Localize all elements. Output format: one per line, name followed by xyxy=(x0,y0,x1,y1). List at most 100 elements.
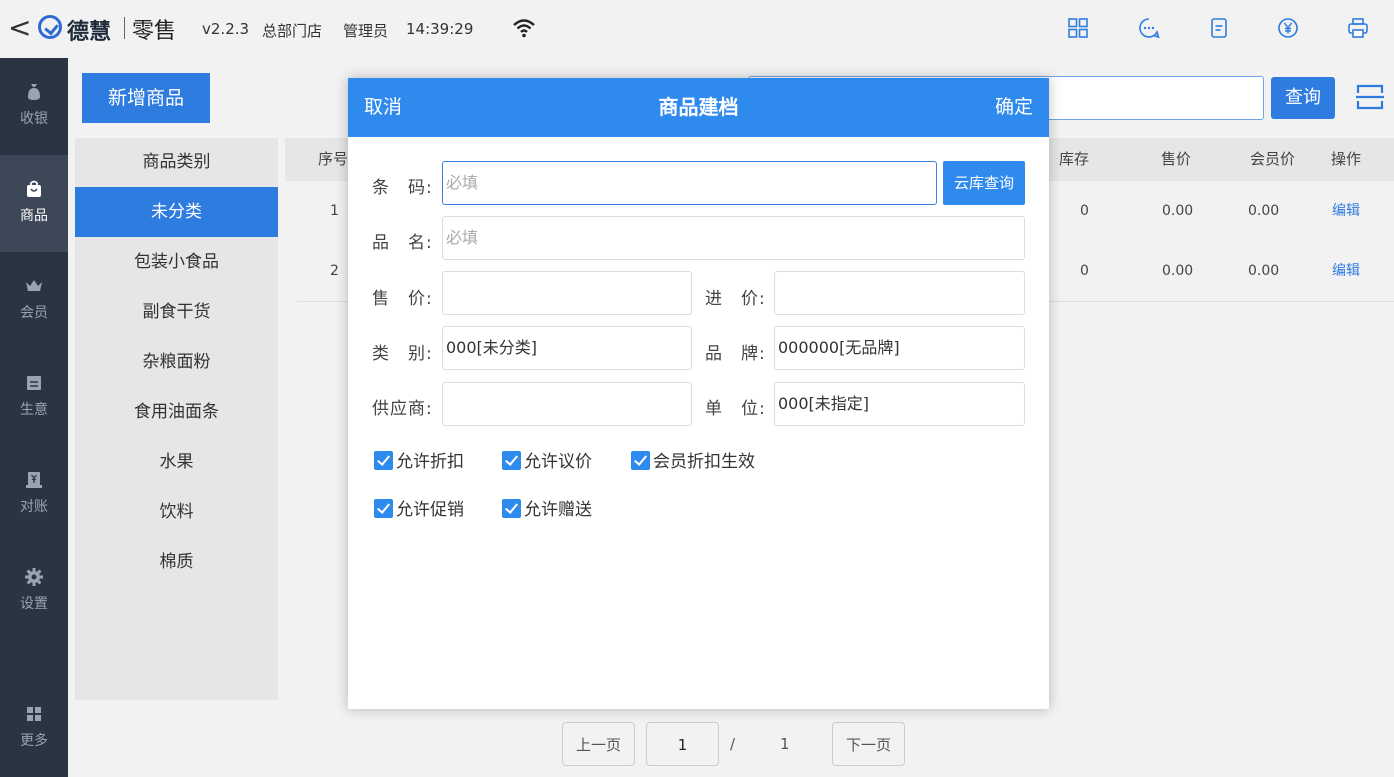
scan-icon[interactable] xyxy=(1355,82,1385,112)
sidebar-item-checkout[interactable]: 收银 xyxy=(0,58,68,155)
col-action: 操作 xyxy=(1331,150,1362,168)
money-bag-icon xyxy=(28,84,40,100)
category-select[interactable]: 000[未分类] xyxy=(442,326,692,370)
row-index: 2 xyxy=(330,263,339,279)
cloud-search-button[interactable]: 云库查询 xyxy=(943,161,1025,205)
grid-icon[interactable] xyxy=(1066,16,1090,40)
brand-select[interactable]: 000000[无品牌] xyxy=(774,326,1025,370)
next-page-button[interactable]: 下一页 xyxy=(832,722,905,766)
document-icon[interactable] xyxy=(1207,16,1231,40)
row-index: 1 xyxy=(330,203,339,219)
row-price: 0.00 xyxy=(1162,263,1194,279)
prev-page-button[interactable]: 上一页 xyxy=(562,722,635,766)
sidebar-item-label: 设置 xyxy=(20,596,48,612)
row-member-price: 0.00 xyxy=(1248,263,1280,279)
brand-name: 德慧 xyxy=(67,20,112,45)
gear-icon xyxy=(25,568,43,586)
edit-link[interactable]: 编辑 xyxy=(1332,181,1360,241)
report-icon xyxy=(27,376,41,390)
dialog-title: 商品建档 xyxy=(658,95,739,119)
price-field[interactable] xyxy=(442,271,692,315)
category-item[interactable]: 饮料 xyxy=(75,487,278,537)
row-stock: 0 xyxy=(1080,263,1089,279)
user-name: 管理员 xyxy=(343,22,389,40)
category-item[interactable]: 棉质 xyxy=(75,537,278,587)
store-name: 总部门店 xyxy=(262,22,323,40)
sidebar-item-label: 对账 xyxy=(20,499,48,515)
category-item[interactable]: 杂粮面粉 xyxy=(75,337,278,387)
category-item[interactable]: 水果 xyxy=(75,437,278,487)
sidebar-item-label: 更多 xyxy=(20,733,48,749)
yen-icon[interactable] xyxy=(1276,16,1300,40)
allow-promotion-checkbox[interactable]: 允许促销 xyxy=(374,498,464,521)
name-placeholder: 必填 xyxy=(446,228,479,247)
apps-icon xyxy=(27,707,41,721)
sidebar-item-products[interactable]: 商品 xyxy=(0,155,68,252)
clock: 14:39:29 xyxy=(406,20,474,38)
sidebar-item-members[interactable]: 会员 xyxy=(0,252,68,349)
checkbox-label: 允许促销 xyxy=(396,500,464,520)
checkbox-label: 允许议价 xyxy=(524,452,592,472)
category-item[interactable]: 包装小食品 xyxy=(75,237,278,287)
confirm-button[interactable]: 确定 xyxy=(995,78,1033,137)
unit-label: 单 位: xyxy=(705,399,766,419)
allow-bargain-checkbox[interactable]: 允许议价 xyxy=(502,450,592,473)
allow-discount-checkbox[interactable]: 允许折扣 xyxy=(374,450,464,473)
checkbox-label: 会员折扣生效 xyxy=(653,452,755,472)
chat-icon[interactable] xyxy=(1137,16,1161,40)
barcode-placeholder: 必填 xyxy=(446,173,479,192)
ledger-icon xyxy=(26,472,42,488)
page-number-input[interactable]: 1 xyxy=(646,722,719,766)
sidebar-item-more[interactable]: 更多 xyxy=(0,680,68,777)
name-field[interactable]: 必填 xyxy=(442,216,1025,260)
category-label: 类 别: xyxy=(372,344,433,364)
logo-icon xyxy=(38,15,62,39)
sidebar-item-business[interactable]: 生意 xyxy=(0,349,68,446)
barcode-label: 条 码: xyxy=(372,178,433,198)
sidebar-item-reconcile[interactable]: 对账 xyxy=(0,446,68,543)
sidebar-item-label: 商品 xyxy=(20,208,48,224)
supplier-select[interactable] xyxy=(442,382,692,426)
crown-icon xyxy=(26,280,42,291)
checkbox-checked-icon xyxy=(374,450,393,470)
allow-gift-checkbox[interactable]: 允许赠送 xyxy=(502,498,592,521)
divider xyxy=(124,17,125,39)
row-price: 0.00 xyxy=(1162,203,1194,219)
member-discount-checkbox[interactable]: 会员折扣生效 xyxy=(631,450,755,473)
checkbox-checked-icon xyxy=(502,498,521,518)
barcode-field[interactable]: 必填 xyxy=(442,161,937,205)
edit-link[interactable]: 编辑 xyxy=(1332,241,1360,301)
back-button[interactable]: < xyxy=(8,12,31,44)
product-create-dialog: 商品建档 取消 确定 条 码: 必填 云库查询 品 名: 必填 售 价: 进 价… xyxy=(348,78,1049,709)
sidebar-item-label: 会员 xyxy=(20,305,48,321)
sidebar-item-label: 收银 xyxy=(20,111,48,127)
col-stock: 库存 xyxy=(1059,150,1090,168)
sidebar: 收银 商品 会员 生意 对账 设置 更多 xyxy=(0,58,68,777)
checkbox-checked-icon xyxy=(502,450,521,470)
unit-select[interactable]: 000[未指定] xyxy=(774,382,1025,426)
checkbox-label: 允许赠送 xyxy=(524,500,592,520)
version-label: v2.2.3 xyxy=(202,20,250,38)
checkbox-checked-icon xyxy=(631,450,650,470)
supplier-label: 供应商: xyxy=(372,399,433,419)
category-item[interactable]: 副食干货 xyxy=(75,287,278,337)
row-member-price: 0.00 xyxy=(1248,203,1280,219)
bag-icon xyxy=(27,180,41,197)
sidebar-item-settings[interactable]: 设置 xyxy=(0,543,68,640)
cost-field[interactable] xyxy=(774,271,1025,315)
product-name: 零售 xyxy=(132,19,177,44)
row-stock: 0 xyxy=(1080,203,1089,219)
price-label: 售 价: xyxy=(372,289,433,309)
printer-icon[interactable] xyxy=(1346,16,1370,40)
query-button[interactable]: 查询 xyxy=(1271,77,1335,119)
top-bar: < 德慧 零售 v2.2.3 总部门店 管理员 14:39:29 xyxy=(0,0,1394,58)
cost-label: 进 价: xyxy=(705,289,766,309)
col-price: 售价 xyxy=(1161,150,1192,168)
col-member-price: 会员价 xyxy=(1250,150,1296,168)
add-product-button[interactable]: 新增商品 xyxy=(82,73,210,123)
category-item[interactable]: 食用油面条 xyxy=(75,387,278,437)
category-item[interactable]: 未分类 xyxy=(75,187,278,237)
page-separator: / xyxy=(730,735,736,753)
name-label: 品 名: xyxy=(372,233,433,253)
cancel-button[interactable]: 取消 xyxy=(364,78,402,137)
